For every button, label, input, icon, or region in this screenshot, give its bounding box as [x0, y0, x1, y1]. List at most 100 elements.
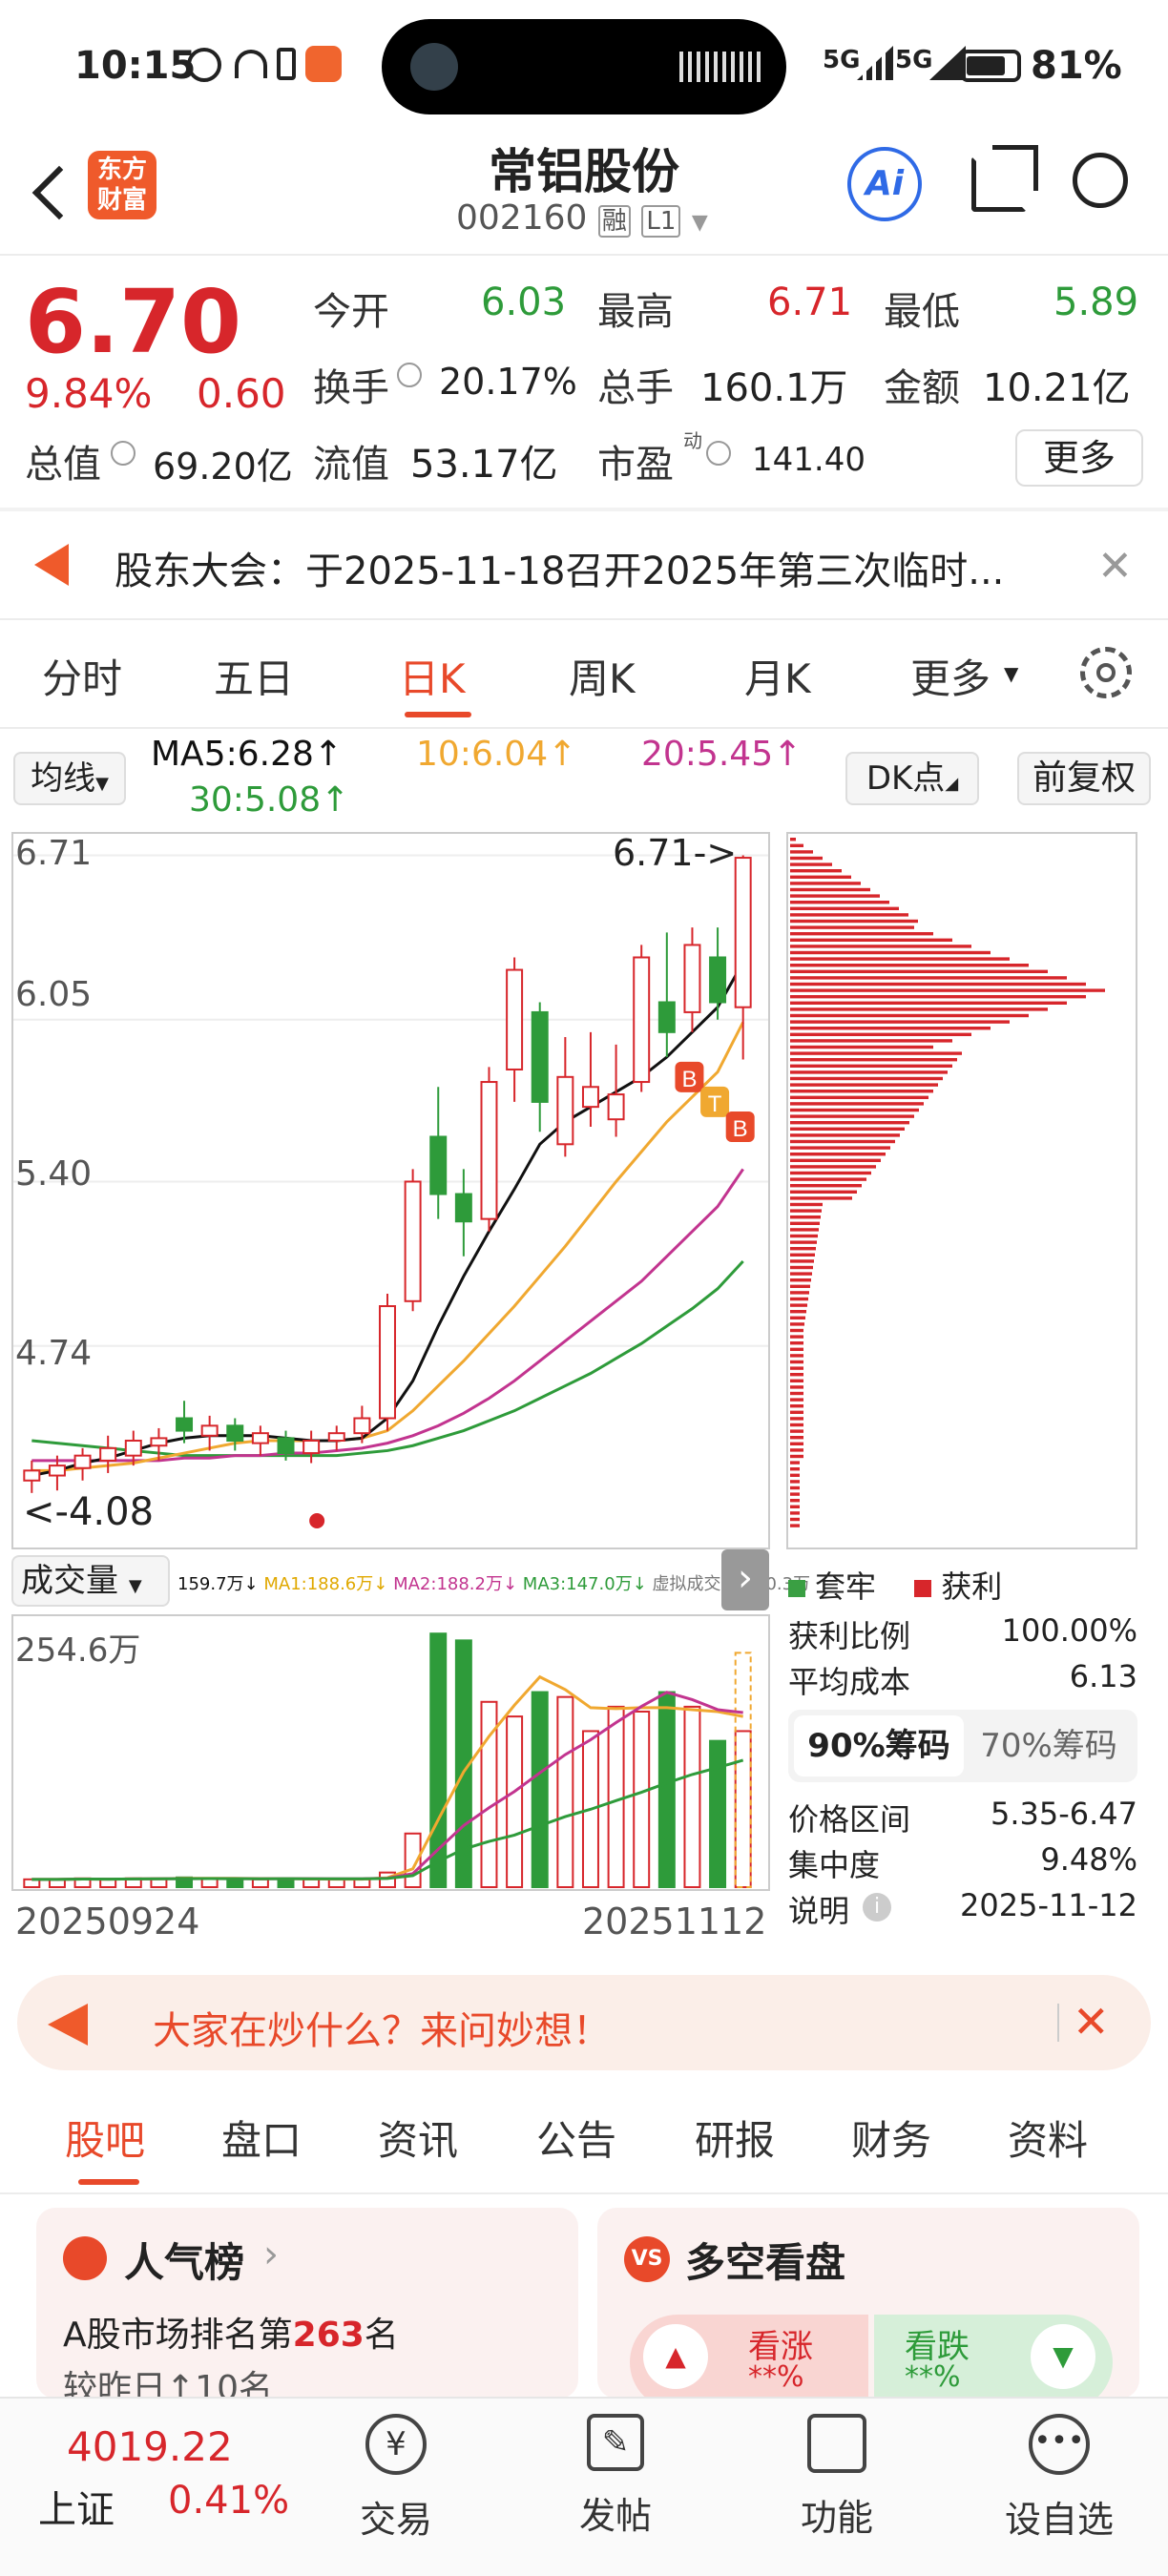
- bear-vote[interactable]: 看跌 **% ▼: [874, 2315, 1113, 2399]
- adjust-button[interactable]: 前复权: [1017, 752, 1151, 805]
- candle-body: [302, 1440, 321, 1455]
- chip-bar: [790, 1492, 800, 1496]
- change-amount: 0.60: [197, 370, 286, 417]
- tab-forum[interactable]: 股吧: [65, 2109, 145, 2167]
- promo-banner[interactable]: 大家在炒什么？来问妙想！ ✕: [17, 1975, 1151, 2070]
- tab-chip-70[interactable]: 70%筹码: [964, 1715, 1134, 1776]
- dk-marker-label: T: [708, 1091, 722, 1117]
- candle-body: [506, 968, 524, 1070]
- tab-monthly-k[interactable]: 月K: [744, 647, 811, 705]
- chip-bar: [790, 1102, 924, 1106]
- candle-body: [277, 1437, 295, 1455]
- chip-bar: [790, 1297, 808, 1301]
- ma30-value: 30:5.08↑: [189, 780, 350, 820]
- chip-bar: [790, 1013, 1029, 1018]
- network-5g-1: 5G: [823, 46, 861, 74]
- price-axis-label: 4.74: [15, 1334, 93, 1373]
- popularity-title: 人气榜: [124, 2239, 245, 2286]
- bull-bear-card[interactable]: VS 多空看盘 ▲ 看涨 **% 看跌 **% ▼: [597, 2208, 1139, 2399]
- chip-bar: [790, 1240, 817, 1244]
- more-button[interactable]: 更多: [1015, 429, 1143, 487]
- chip-bar: [790, 995, 1086, 999]
- chip-bar: [790, 1196, 852, 1200]
- post-button[interactable]: ✎ 发帖: [553, 2414, 678, 2539]
- trade-button[interactable]: ¥ 交易: [334, 2414, 458, 2543]
- gear-icon[interactable]: [1080, 647, 1132, 698]
- functions-button[interactable]: 功能: [775, 2414, 899, 2541]
- candle-body: [99, 1446, 117, 1462]
- chip-bar: [790, 1032, 971, 1036]
- candle-body: [480, 1081, 498, 1220]
- info-icon[interactable]: i: [863, 1893, 891, 1922]
- candle-body: [709, 956, 727, 1004]
- tab-orderbook[interactable]: 盘口: [221, 2109, 302, 2167]
- tab-profile[interactable]: 资料: [1008, 2109, 1088, 2167]
- chip-bar: [790, 1083, 938, 1087]
- info-icon[interactable]: [397, 363, 422, 387]
- chip-bar: [790, 1045, 933, 1049]
- ma-selector[interactable]: 均线▼: [13, 752, 126, 805]
- dropdown-icon: ▼: [1004, 662, 1019, 685]
- chip-bar: [790, 1070, 948, 1074]
- bull-vote[interactable]: ▲ 看涨 **%: [630, 2315, 868, 2399]
- dk-point-button[interactable]: DK点◢: [845, 752, 979, 805]
- tab-minute[interactable]: 分时: [42, 647, 122, 705]
- tab-chip-90[interactable]: 90%筹码: [794, 1715, 964, 1776]
- candle-body: [150, 1437, 168, 1447]
- chip-bar: [790, 1153, 886, 1156]
- status-bar: 10:15 5G 5G 81%: [0, 0, 1168, 134]
- popularity-card[interactable]: 人气榜 › A股市场排名第263名 较昨日↑10名: [36, 2208, 578, 2399]
- candle-body: [607, 1093, 625, 1121]
- chip-bar: [790, 1360, 803, 1364]
- add-watchlist-button[interactable]: ••• 设自选: [992, 2414, 1126, 2543]
- candle-body: [353, 1417, 371, 1435]
- dropdown-icon[interactable]: ▼: [692, 211, 708, 235]
- index-widget[interactable]: 4019.22 上证 0.41%: [0, 2399, 315, 2576]
- candle-body: [633, 956, 651, 1084]
- candle-body: [404, 1180, 422, 1302]
- info-icon[interactable]: [111, 441, 136, 466]
- chip-bar: [790, 1090, 933, 1093]
- chip-bar: [790, 1454, 803, 1459]
- tab-active-underline: [405, 712, 471, 717]
- pe-value: 141.40: [752, 441, 866, 479]
- chip-bar: [790, 1347, 803, 1351]
- tab-finance[interactable]: 财务: [851, 2109, 931, 2167]
- tab-announcements[interactable]: 公告: [536, 2109, 616, 2167]
- expand-button[interactable]: ›: [721, 1549, 769, 1610]
- tab-research[interactable]: 研报: [695, 2109, 775, 2167]
- avg-cost-value: 6.13: [1069, 1658, 1137, 1694]
- index-pct: 0.41%: [168, 2479, 290, 2523]
- candle-body: [124, 1440, 142, 1457]
- volume-bar: [251, 1878, 269, 1889]
- candle-body: [683, 944, 701, 1013]
- search-icon[interactable]: [1073, 153, 1128, 208]
- chip-bar: [790, 988, 1105, 992]
- chip-bar: [790, 1027, 991, 1030]
- ai-button[interactable]: Ai: [847, 147, 922, 221]
- chip-bar: [790, 1511, 800, 1515]
- info-icon[interactable]: [706, 441, 731, 466]
- chip-distribution-chart: [786, 832, 1137, 1549]
- network-5g-2: 5G: [895, 46, 933, 74]
- chip-bar: [790, 1127, 905, 1131]
- tab-five-day[interactable]: 五日: [214, 647, 294, 705]
- kline-chart[interactable]: BTB: [11, 832, 770, 1549]
- tab-news[interactable]: 资讯: [378, 2109, 458, 2167]
- speaker-icon: [34, 544, 69, 586]
- close-icon[interactable]: ✕: [1073, 1996, 1110, 2047]
- bear-pct: **%: [905, 2360, 961, 2394]
- close-icon[interactable]: ✕: [1097, 542, 1133, 591]
- notice-bar[interactable]: 股东大会：于2025-11-18召开2025年第三次临时... ✕: [0, 511, 1168, 618]
- tab-weekly-k[interactable]: 周K: [569, 647, 636, 705]
- concentration-value: 9.48%: [1040, 1841, 1137, 1878]
- dk-marker-label: B: [733, 1116, 748, 1142]
- float-value: 53.17亿: [410, 443, 558, 487]
- volume-bar: [226, 1878, 244, 1889]
- candle-body: [429, 1135, 448, 1195]
- volume-selector[interactable]: 成交量 ▼: [11, 1555, 170, 1607]
- tab-daily-k[interactable]: 日K: [399, 647, 466, 705]
- price-axis-label: 6.71: [15, 834, 93, 873]
- candle-body: [176, 1417, 194, 1432]
- tab-more[interactable]: 更多: [910, 647, 991, 705]
